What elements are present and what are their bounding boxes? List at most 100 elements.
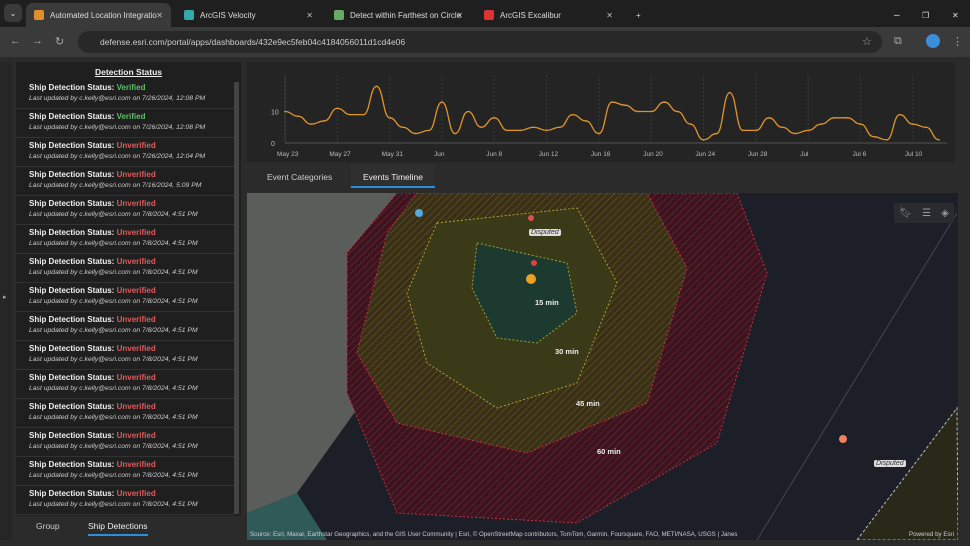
list-item[interactable]: Ship Detection Status: Unverified Last up… <box>16 312 234 341</box>
data-point[interactable] <box>454 132 456 135</box>
list-item[interactable]: Ship Detection Status: Unverified Last up… <box>16 254 234 283</box>
data-point[interactable] <box>925 126 927 129</box>
tab-event-categories[interactable]: Event Categories <box>267 172 332 182</box>
layers-icon[interactable]: ◈ <box>941 208 949 219</box>
data-point[interactable] <box>650 110 653 113</box>
list-item[interactable]: Ship Detection Status: Unverified Last up… <box>16 399 234 428</box>
data-point[interactable] <box>794 132 796 135</box>
data-point[interactable] <box>441 101 443 103</box>
data-point[interactable] <box>558 126 561 129</box>
data-point[interactable] <box>493 117 496 119</box>
data-point[interactable] <box>820 123 823 125</box>
menu-icon[interactable]: ⋮ <box>952 35 963 48</box>
data-point[interactable] <box>833 117 836 119</box>
data-point[interactable] <box>506 129 509 132</box>
browser-tab[interactable]: Detect within Farthest on Circle ✕ <box>326 3 471 27</box>
data-point[interactable] <box>401 126 404 129</box>
browser-tab[interactable]: ArcGIS Velocity ✕ <box>176 3 321 27</box>
list-item[interactable]: Ship Detection Status: Unverified Last up… <box>16 138 234 167</box>
profile-avatar[interactable] <box>926 34 940 48</box>
list-item[interactable]: Ship Detection Status: Unverified Last up… <box>16 283 234 312</box>
list-item[interactable]: Ship Detection Status: Unverified Last up… <box>16 167 234 196</box>
data-point[interactable] <box>859 123 862 125</box>
data-point[interactable] <box>755 129 757 132</box>
data-point[interactable] <box>912 123 914 125</box>
data-point[interactable] <box>728 91 731 94</box>
tab-ship-detections[interactable]: Ship Detections <box>88 521 148 536</box>
tab-events-timeline[interactable]: Events Timeline <box>351 164 435 188</box>
data-point[interactable] <box>467 110 469 113</box>
last-updated: Last updated by c.kelly@esri.com on 7/26… <box>29 124 206 131</box>
data-point[interactable] <box>532 126 535 129</box>
data-point[interactable] <box>323 120 326 122</box>
map-view[interactable]: 15 min 30 min 45 min 60 min Disputed Dis… <box>247 193 958 540</box>
data-point[interactable] <box>545 129 548 132</box>
tab-group[interactable]: Group <box>36 521 60 531</box>
data-point[interactable] <box>571 113 574 116</box>
list-item[interactable]: Ship Detection Status: Unverified Last up… <box>16 341 234 370</box>
list-item[interactable]: Ship Detection Status: Verified Last upda… <box>16 80 234 109</box>
list-item[interactable]: Ship Detection Status: Unverified Last up… <box>16 457 234 486</box>
reload-icon[interactable]: ↻ <box>55 35 64 48</box>
event-marker[interactable] <box>526 274 536 284</box>
forward-icon[interactable]: → <box>32 35 43 47</box>
list-item[interactable]: Ship Detection Status: Unverified Last up… <box>16 428 234 457</box>
list-item[interactable]: Ship Detection Status: Unverified Last up… <box>16 486 234 515</box>
tab-search-button[interactable]: ⌄ <box>4 4 22 22</box>
data-point[interactable] <box>715 132 718 135</box>
extensions-icon[interactable]: ⧉ <box>894 35 902 48</box>
data-point[interactable] <box>310 123 312 125</box>
data-point[interactable] <box>624 104 626 106</box>
maximize-button[interactable]: ❐ <box>914 3 937 27</box>
url-input[interactable]: defense.esri.com/portal/apps/dashboards/… <box>78 31 882 53</box>
close-window-button[interactable]: ✕ <box>944 3 967 27</box>
data-point[interactable] <box>676 110 679 113</box>
list-item[interactable]: Ship Detection Status: Unverified Last up… <box>16 196 234 225</box>
list-scrollbar[interactable] <box>234 82 239 514</box>
minimize-button[interactable]: – <box>886 3 908 27</box>
data-point[interactable] <box>611 101 613 103</box>
close-tab-icon[interactable]: ✕ <box>456 11 463 20</box>
data-point[interactable] <box>885 139 888 141</box>
list-item[interactable]: Ship Detection Status: Unverified Last up… <box>16 370 234 399</box>
powered-by-esri[interactable]: Powered by Esri <box>909 531 954 538</box>
data-point[interactable] <box>388 117 391 119</box>
data-point[interactable] <box>362 113 365 116</box>
close-tab-icon[interactable]: ✕ <box>606 11 613 20</box>
data-point[interactable] <box>872 135 875 138</box>
data-point[interactable] <box>349 113 352 116</box>
data-point[interactable] <box>938 139 940 141</box>
data-point[interactable] <box>415 132 417 135</box>
data-point[interactable] <box>742 129 744 132</box>
data-point[interactable] <box>663 101 666 103</box>
data-point[interactable] <box>702 139 705 141</box>
browser-tab[interactable]: ArcGIS Excalibur ✕ <box>476 3 621 27</box>
data-point[interactable] <box>598 132 600 135</box>
expand-arrow-icon[interactable]: ▸ <box>3 293 7 301</box>
close-tab-icon[interactable]: ✕ <box>306 11 313 20</box>
close-tab-icon[interactable]: ✕ <box>156 11 163 20</box>
back-icon[interactable]: ← <box>10 35 21 47</box>
browser-tab[interactable]: Automated Location Integratio ✕ <box>26 3 171 27</box>
data-point[interactable] <box>519 129 522 132</box>
new-tab-button[interactable]: + <box>628 3 649 27</box>
data-point[interactable] <box>480 126 482 129</box>
data-point[interactable] <box>375 85 378 88</box>
data-point[interactable] <box>585 120 587 122</box>
data-point[interactable] <box>807 129 809 132</box>
data-point[interactable] <box>846 117 849 119</box>
bookmark-icon[interactable]: 🔖︎ <box>899 208 912 219</box>
data-point[interactable] <box>768 117 770 119</box>
data-point[interactable] <box>781 126 783 129</box>
data-point[interactable] <box>336 107 339 110</box>
data-point[interactable] <box>689 123 692 125</box>
data-point[interactable] <box>284 110 286 113</box>
data-point[interactable] <box>898 113 901 116</box>
data-point[interactable] <box>297 115 299 118</box>
legend-icon[interactable]: ☰ <box>922 208 931 219</box>
list-item[interactable]: Ship Detection Status: Unverified Last up… <box>16 225 234 254</box>
data-point[interactable] <box>637 110 639 113</box>
list-item[interactable]: Ship Detection Status: Verified Last upda… <box>16 109 234 138</box>
bookmark-star-icon[interactable]: ☆ <box>862 35 872 48</box>
data-point[interactable] <box>428 129 430 132</box>
